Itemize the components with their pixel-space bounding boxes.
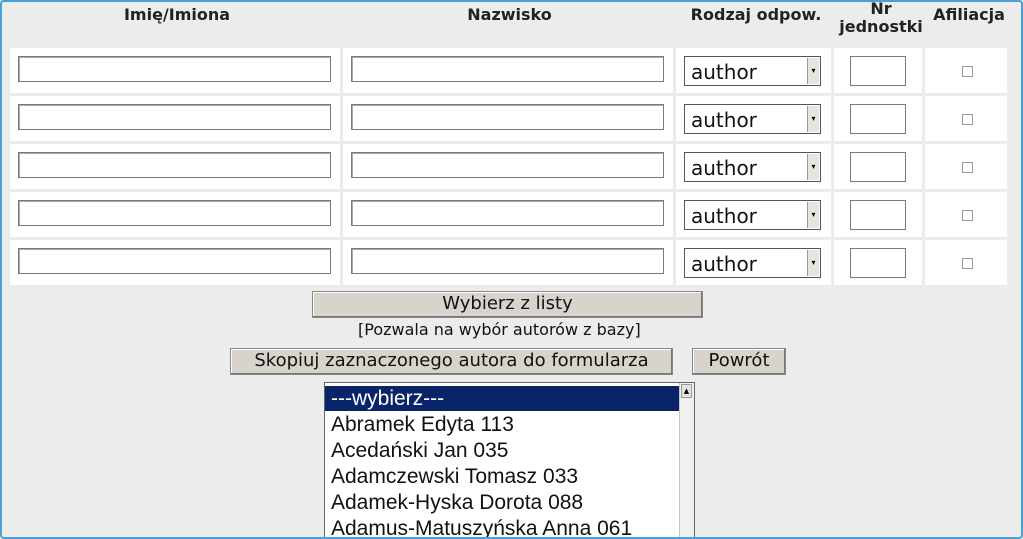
unit-no-input[interactable]: [850, 248, 906, 278]
dropdown-arrow-icon[interactable]: ▾: [807, 202, 819, 228]
dropdown-arrow-icon[interactable]: ▾: [807, 58, 819, 84]
unit-no-input[interactable]: [850, 200, 906, 230]
back-button[interactable]: Powrót: [692, 348, 786, 375]
last-name-input[interactable]: [351, 152, 664, 178]
header-affiliation: Afiliacja: [933, 5, 1005, 24]
role-select-value: author: [691, 108, 757, 132]
first-name-input[interactable]: [18, 152, 331, 178]
scroll-up-arrow-icon[interactable]: ▲: [681, 384, 692, 398]
last-name-input[interactable]: [351, 104, 664, 130]
last-name-input[interactable]: [351, 248, 664, 274]
role-select-value: author: [691, 252, 757, 276]
role-select-value: author: [691, 204, 757, 228]
unit-no-input[interactable]: [850, 56, 906, 86]
dropdown-arrow-icon[interactable]: ▾: [807, 250, 819, 276]
list-option[interactable]: ---wybierz---: [325, 386, 681, 411]
author-form-frame: Imię/Imiona Nazwisko Rodzaj odpow. Nr je…: [0, 0, 1023, 539]
role-select[interactable]: author ▾: [684, 200, 821, 230]
list-option[interactable]: Adamus-Matuszyńska Anna 061: [325, 516, 681, 537]
role-select-value: author: [691, 156, 757, 180]
choose-from-list-button[interactable]: Wybierz z listy: [312, 291, 703, 318]
first-name-input[interactable]: [18, 104, 331, 130]
affiliation-checkbox[interactable]: [962, 162, 973, 173]
last-name-input[interactable]: [351, 200, 664, 226]
role-select[interactable]: author ▾: [684, 248, 821, 278]
role-select[interactable]: author ▾: [684, 56, 821, 86]
copy-selected-author-button[interactable]: Skopiuj zaznaczonego autora do formularz…: [230, 348, 673, 375]
header-last-name: Nazwisko: [467, 5, 552, 24]
affiliation-checkbox[interactable]: [962, 66, 973, 77]
list-option[interactable]: Adamek-Hyska Dorota 088: [325, 490, 681, 515]
first-name-input[interactable]: [18, 56, 331, 82]
role-select[interactable]: author ▾: [684, 152, 821, 182]
listbox-scrollbar[interactable]: ▲: [679, 383, 694, 537]
role-select-value: author: [691, 60, 757, 84]
header-first-name: Imię/Imiona: [123, 5, 231, 24]
first-name-input[interactable]: [18, 200, 331, 226]
header-unit-no: Nr jednostki: [839, 0, 923, 36]
author-listbox[interactable]: ---wybierz--- Abramek Edyta 113 Acedańsk…: [324, 382, 695, 537]
header-role: Rodzaj odpow.: [690, 5, 822, 24]
unit-no-input[interactable]: [850, 152, 906, 182]
affiliation-checkbox[interactable]: [962, 258, 973, 269]
affiliation-checkbox[interactable]: [962, 210, 973, 221]
unit-no-input[interactable]: [850, 104, 906, 134]
choose-from-list-note: [Pozwala na wybór autorów z bazy]: [358, 320, 641, 339]
affiliation-checkbox[interactable]: [962, 114, 973, 125]
last-name-input[interactable]: [351, 56, 664, 82]
list-option[interactable]: Adamczewski Tomasz 033: [325, 464, 681, 489]
list-option[interactable]: Acedański Jan 035: [325, 438, 681, 463]
first-name-input[interactable]: [18, 248, 331, 274]
role-select[interactable]: author ▾: [684, 104, 821, 134]
list-option[interactable]: Abramek Edyta 113: [325, 412, 681, 437]
dropdown-arrow-icon[interactable]: ▾: [807, 154, 819, 180]
dropdown-arrow-icon[interactable]: ▾: [807, 106, 819, 132]
